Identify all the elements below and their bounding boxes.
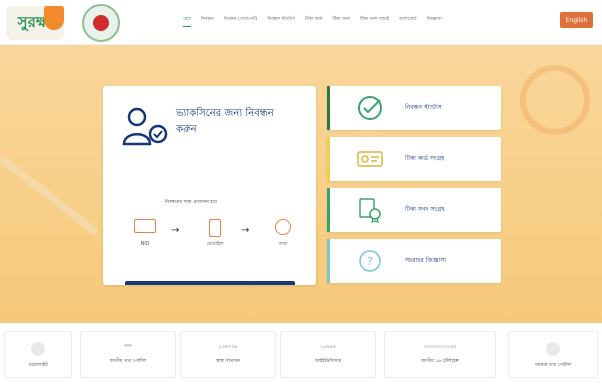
footer-label: স্বাস্থ্য বাতায়ন <box>216 359 240 364</box>
card-stripe <box>327 188 330 232</box>
helpline-footer: ওয়েবসাইট *** জাতীয় তথ্য পোর্টাল ১৩৬৩৭৮… <box>0 323 602 386</box>
nav-faq[interactable]: জিজ্ঞাসা <box>427 13 442 27</box>
card-label: টিকা কার্ড সংগ্রহ <box>405 155 445 162</box>
nav-vaccine-card[interactable]: টিকা কার্ড <box>305 13 322 27</box>
user-check-icon <box>122 107 168 146</box>
english-language-button[interactable]: English <box>560 12 593 28</box>
card-label: নিবন্ধন স্ট্যাটাস <box>405 104 442 111</box>
info-icon <box>275 219 291 235</box>
nav-registration-status[interactable]: নিবন্ধন স্ট্যাটাস <box>267 13 295 27</box>
government-seal-icon <box>82 4 120 42</box>
nav-certificate-verify[interactable]: টিকা সনদ যাচাই <box>360 13 389 27</box>
nav-vaccine-certificate[interactable]: টিকা সনদ <box>332 13 350 27</box>
registration-card[interactable]: ভ্যাকসিনের জন্য নিবন্ধন করুন নিবন্ধনের স… <box>103 86 316 285</box>
footer-item-website[interactable]: ওয়েবসাইট <box>4 331 72 378</box>
footer-item-telehelp[interactable]: ৩৩৩৩৩৩৩৩৩৩ জাতীয় ১৬ টেলিহেল্প <box>384 331 496 378</box>
arrow-right-icon: → <box>171 225 180 236</box>
footer-label: ওয়েবসাইট <box>28 363 48 368</box>
id-card-icon <box>357 151 383 167</box>
globe-icon <box>31 342 45 356</box>
footer-number: ১৩৬৩৭৮ <box>218 344 238 350</box>
nav-dashboard[interactable]: ড্যাশবোর্ড <box>399 13 417 27</box>
syringe-illustration <box>0 155 100 237</box>
nav-registration-passport[interactable]: নিবন্ধন (পাসপোর্ট) <box>224 13 258 27</box>
footer-number: ৩৩৩৩৩৩৩৩৩৩ <box>423 344 457 350</box>
card-label: সচরাচর জিজ্ঞাসা <box>405 257 446 264</box>
id-card-icon <box>134 219 156 233</box>
question-icon: ? <box>359 250 381 272</box>
footer-item-national-portal[interactable]: *** জাতীয় তথ্য পোর্টাল <box>80 331 176 378</box>
card-stripe <box>327 239 330 283</box>
virus-illustration <box>520 65 590 135</box>
vaccine-certificate-card[interactable]: টিকা সনদ সংগ্রহ <box>327 188 501 232</box>
step-label: তথ্য <box>278 241 288 247</box>
footer-label: সরকার তথ্য পোর্টাল <box>534 363 572 368</box>
arrow-right-icon: → <box>241 225 250 236</box>
step-nid: NID <box>131 219 159 257</box>
vaccine-card-card[interactable]: টিকা কার্ড সংগ্রহ <box>327 137 501 181</box>
registration-button-bar[interactable] <box>125 281 295 285</box>
card-stripe <box>327 137 330 181</box>
registration-title: ভ্যাকসিনের জন্য নিবন্ধন করুন <box>176 108 274 135</box>
footer-label: আইইডিসিআর <box>314 359 342 364</box>
registration-steps: NID → মোবাইল → তথ্য <box>131 219 301 259</box>
step-label: NID <box>140 241 150 247</box>
card-stripe <box>327 86 330 130</box>
main-nav: হোম নিবন্ধন নিবন্ধন (পাসপোর্ট) নিবন্ধন স… <box>183 13 452 27</box>
step-info: তথ্য <box>269 219 297 257</box>
footer-number: *** <box>124 344 132 350</box>
footer-item-health-window[interactable]: ১৩৬৩৭৮ স্বাস্থ্য বাতায়ন <box>180 331 276 378</box>
footer-number: ১০৬৫৫ <box>319 344 337 350</box>
portal-icon <box>546 342 560 356</box>
top-header: সুরক্ষা হোম নিবন্ধন নিবন্ধন (পাসপোর্ট) ন… <box>0 0 602 45</box>
steps-caption: নিবন্ধনের সময় প্রয়োজন হবে <box>165 200 217 205</box>
footer-item-government-portal[interactable]: সরকার তথ্য পোর্টাল <box>508 331 598 378</box>
phone-icon <box>209 219 221 237</box>
step-label: মোবাইল <box>206 241 224 247</box>
check-circle-icon <box>358 96 382 120</box>
nav-home[interactable]: হোম <box>183 13 191 27</box>
certificate-icon <box>359 198 381 223</box>
svg-text:?: ? <box>367 255 373 268</box>
footer-item-iedcr[interactable]: ১০৬৫৫ আইইডিসিআর <box>280 331 376 378</box>
nav-registration[interactable]: নিবন্ধন <box>201 13 214 27</box>
shield-icon <box>44 6 64 30</box>
footer-label: জাতীয় তথ্য পোর্টাল <box>109 359 147 364</box>
faq-card[interactable]: ? সচরাচর জিজ্ঞাসা <box>327 239 501 283</box>
card-label: টিকা সনদ সংগ্রহ <box>405 206 445 213</box>
registration-status-card[interactable]: নিবন্ধন স্ট্যাটাস <box>327 86 501 130</box>
step-mobile: মোবাইল <box>201 219 229 257</box>
footer-label: জাতীয় ১৬ টেলিহেল্প <box>421 359 459 364</box>
